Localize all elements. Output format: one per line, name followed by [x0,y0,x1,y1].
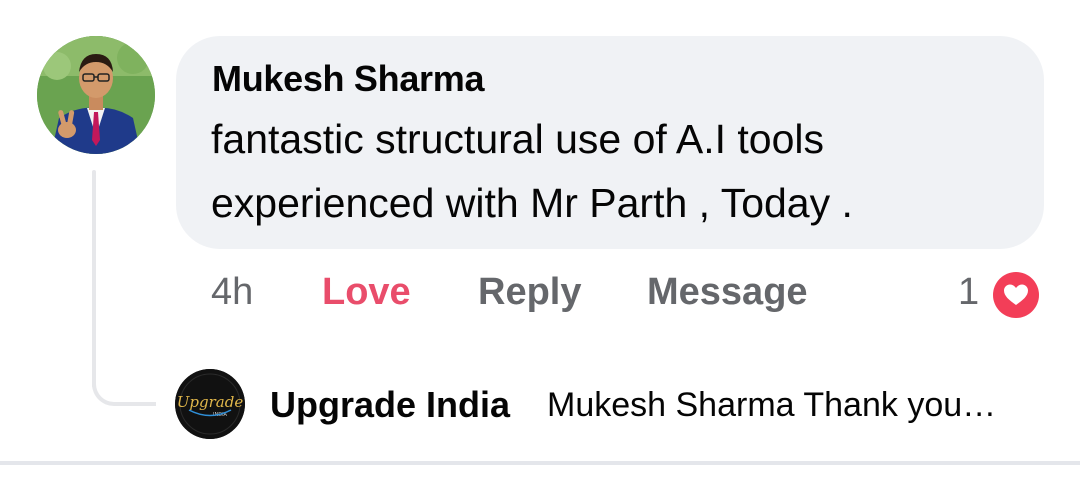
love-reaction-button[interactable]: Love [322,271,411,314]
comment-text-line-1: fantastic structural use of A.I tools [211,116,825,162]
reaction-badge[interactable] [990,269,1042,321]
comment-text-line-2: experienced with Mr Parth , Today . [211,180,853,226]
thread-connector-curve [92,384,156,406]
comment-author-name[interactable]: Mukesh Sharma [212,58,485,100]
commenter-avatar[interactable] [37,36,155,154]
comment-timestamp[interactable]: 4h [211,271,253,314]
section-divider [0,461,1080,465]
reply-snippet-text[interactable]: Mukesh Sharma Thank you… [547,386,996,425]
reply-button[interactable]: Reply [478,271,581,314]
thread-connector-line [92,170,96,388]
reaction-count[interactable]: 1 [958,271,979,314]
reply-author-name[interactable]: Upgrade India [270,384,510,426]
upgrade-india-logo-icon: Upgrade INDIA [175,369,245,439]
reply-author-avatar[interactable]: Upgrade INDIA [175,369,245,439]
logo-text: Upgrade [177,393,244,411]
comment-thread: Mukesh Sharma fantastic structural use o… [0,0,1080,479]
message-button[interactable]: Message [647,271,808,314]
heart-icon [993,272,1039,318]
user-avatar-photo-icon [37,36,155,154]
